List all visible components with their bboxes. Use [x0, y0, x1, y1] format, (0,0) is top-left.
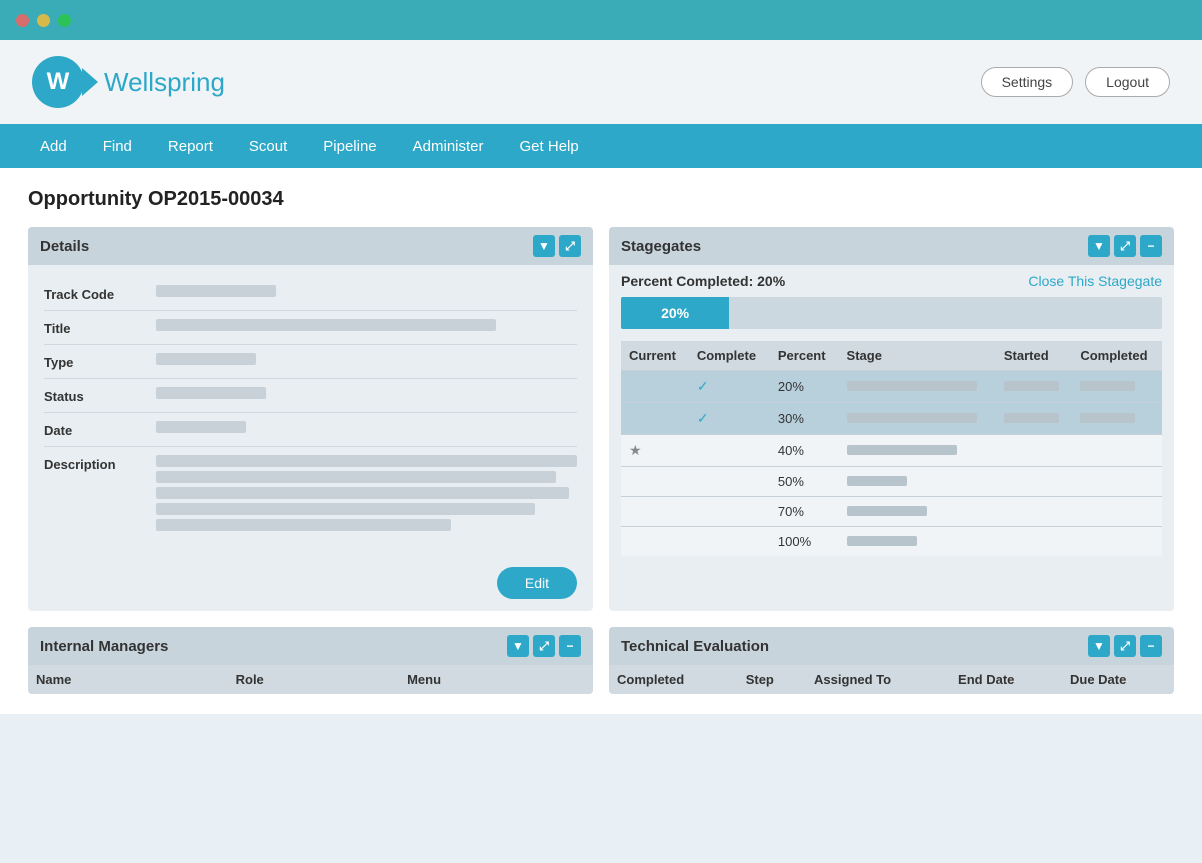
star-icon: ★	[629, 442, 642, 458]
header-buttons: Settings Logout	[981, 67, 1170, 97]
field-status: Status	[44, 379, 577, 413]
nav-find[interactable]: Find	[87, 130, 148, 163]
percent-label: Percent Completed: 20%	[621, 273, 785, 289]
logo-area: W Wellspring	[32, 56, 225, 108]
table-row: 70%	[621, 497, 1162, 527]
technical-evaluation-header: Technical Evaluation ▼ ⤢ −	[609, 627, 1174, 665]
nav-add[interactable]: Add	[24, 130, 83, 163]
page-title: Opportunity OP2015-00034	[28, 188, 1174, 211]
nav-pipeline[interactable]: Pipeline	[307, 130, 392, 163]
field-description: Description	[44, 447, 577, 543]
check-icon: ✓	[697, 378, 709, 394]
logo-icon: W	[32, 56, 84, 108]
internal-managers-minus-btn[interactable]: −	[559, 635, 581, 657]
stagegate-table-header: Current Complete Percent Stage Started C…	[621, 341, 1162, 371]
traffic-light-green[interactable]	[58, 14, 71, 27]
stagegates-expand-btn[interactable]: ⤢	[1114, 235, 1136, 257]
details-expand-btn[interactable]: ⤢	[559, 235, 581, 257]
logo-arrow	[82, 68, 98, 96]
field-type: Type	[44, 345, 577, 379]
stagegates-panel-header: Stagegates ▼ ⤢ −	[609, 227, 1174, 265]
logout-button[interactable]: Logout	[1085, 67, 1170, 97]
details-dropdown-btn[interactable]: ▼	[533, 235, 555, 257]
nav-report[interactable]: Report	[152, 130, 229, 163]
close-stagegate-link[interactable]: Close This Stagegate	[1028, 273, 1162, 289]
internal-managers-dropdown-btn[interactable]: ▼	[507, 635, 529, 657]
traffic-light-red[interactable]	[16, 14, 29, 27]
stagegate-info: Percent Completed: 20% Close This Stageg…	[609, 265, 1174, 297]
check-icon: ✓	[697, 410, 709, 426]
stagegates-dropdown-btn[interactable]: ▼	[1088, 235, 1110, 257]
technical-evaluation-expand-btn[interactable]: ⤢	[1114, 635, 1136, 657]
technical-evaluation-dropdown-btn[interactable]: ▼	[1088, 635, 1110, 657]
edit-button[interactable]: Edit	[497, 567, 577, 599]
field-title: Title	[44, 311, 577, 345]
table-row: ✓ 30%	[621, 403, 1162, 435]
table-row: 100%	[621, 527, 1162, 557]
stagegates-panel-actions: ▼ ⤢ −	[1088, 235, 1162, 257]
technical-evaluation-table-header: Completed Step Assigned To End Date Due …	[609, 665, 1174, 694]
internal-managers-panel: Internal Managers ▼ ⤢ − Name Role Menu	[28, 627, 593, 694]
technical-evaluation-minus-btn[interactable]: −	[1140, 635, 1162, 657]
technical-evaluation-table: Completed Step Assigned To End Date Due …	[609, 665, 1174, 694]
stagegate-table: Current Complete Percent Stage Started C…	[621, 341, 1162, 556]
main-columns: Details ▼ ⤢ Track Code Title	[28, 227, 1174, 611]
page-content: Opportunity OP2015-00034 Details ▼ ⤢ Tra…	[0, 168, 1202, 714]
technical-evaluation-panel: Technical Evaluation ▼ ⤢ − Completed Ste…	[609, 627, 1174, 694]
nav-administer[interactable]: Administer	[397, 130, 500, 163]
internal-managers-table-header: Name Role Menu	[28, 665, 593, 694]
field-date: Date	[44, 413, 577, 447]
table-row: 50%	[621, 467, 1162, 497]
table-row: ✓ 20%	[621, 371, 1162, 403]
details-panel: Details ▼ ⤢ Track Code Title	[28, 227, 593, 611]
progress-bar: 20%	[621, 297, 1162, 329]
bottom-panels: Internal Managers ▼ ⤢ − Name Role Menu	[28, 627, 1174, 694]
table-row: ★ 40%	[621, 435, 1162, 467]
logo-name: Wellspring	[104, 67, 225, 98]
details-panel-header: Details ▼ ⤢	[28, 227, 593, 265]
stagegates-minus-btn[interactable]: −	[1140, 235, 1162, 257]
nav-get-help[interactable]: Get Help	[504, 130, 595, 163]
internal-managers-expand-btn[interactable]: ⤢	[533, 635, 555, 657]
internal-managers-table: Name Role Menu	[28, 665, 593, 694]
title-bar	[0, 0, 1202, 40]
field-track-code: Track Code	[44, 277, 577, 311]
header: W Wellspring Settings Logout	[0, 40, 1202, 124]
edit-btn-row: Edit	[28, 555, 593, 611]
nav-scout[interactable]: Scout	[233, 130, 303, 163]
internal-managers-actions: ▼ ⤢ −	[507, 635, 581, 657]
technical-evaluation-actions: ▼ ⤢ −	[1088, 635, 1162, 657]
nav-bar: Add Find Report Scout Pipeline Administe…	[0, 124, 1202, 168]
settings-button[interactable]: Settings	[981, 67, 1074, 97]
stagegates-panel: Stagegates ▼ ⤢ − Percent Completed: 20% …	[609, 227, 1174, 611]
progress-bar-fill: 20%	[621, 297, 729, 329]
details-panel-body: Track Code Title Type	[28, 265, 593, 555]
traffic-light-yellow[interactable]	[37, 14, 50, 27]
details-panel-actions: ▼ ⤢	[533, 235, 581, 257]
stagegate-table-wrapper: Current Complete Percent Stage Started C…	[609, 341, 1174, 568]
internal-managers-header: Internal Managers ▼ ⤢ −	[28, 627, 593, 665]
